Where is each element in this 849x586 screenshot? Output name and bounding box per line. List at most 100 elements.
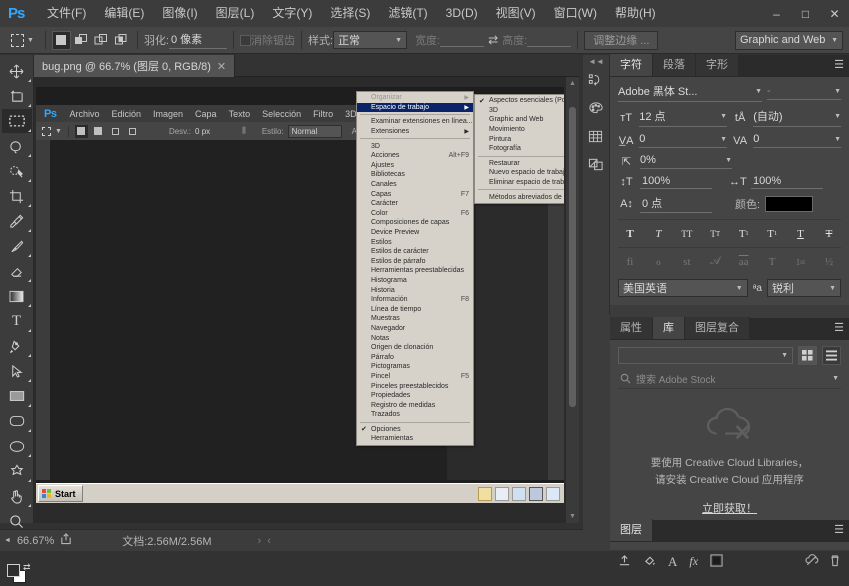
- menu-item-estilos[interactable]: Estilos: [357, 237, 473, 247]
- artboard-tool[interactable]: [2, 84, 32, 108]
- leading-input[interactable]: (自动) ▼: [753, 108, 841, 127]
- eraser-tool[interactable]: [2, 259, 32, 283]
- refine-edge-button[interactable]: 调整边缘 ...: [584, 30, 659, 50]
- rounded-rectangle-tool[interactable]: [2, 409, 32, 433]
- add-to-selection-button[interactable]: [71, 30, 91, 50]
- faux-italic-button[interactable]: T: [648, 225, 668, 242]
- fx-icon[interactable]: fx: [689, 554, 698, 569]
- foreground-color-swatch[interactable]: [6, 564, 20, 577]
- kerning-input[interactable]: 0 ▼: [639, 133, 727, 148]
- canvas-area[interactable]: Ps Archivo Edición Imagen Capa Texto Sel…: [34, 77, 579, 523]
- menu-help[interactable]: 帮助(H): [606, 0, 665, 27]
- menu-item-navegador[interactable]: Navegador: [357, 324, 473, 334]
- ordinals-button[interactable]: 1st: [791, 253, 811, 270]
- menu-item-herramientas-preestablecidas[interactable]: Herramientas preestablecidas: [357, 266, 473, 276]
- hand-tool[interactable]: [2, 484, 32, 508]
- menu-item-histograma[interactable]: Histograma: [357, 276, 473, 286]
- new-selection-button[interactable]: [51, 30, 71, 50]
- library-select[interactable]: ▼: [618, 347, 793, 364]
- tab-layers[interactable]: 图层: [610, 519, 653, 541]
- close-icon[interactable]: ✕: [217, 60, 226, 73]
- upload-icon[interactable]: [618, 554, 631, 570]
- workspace-item-aspectos-esenciales-por-defec[interactable]: ✔ Aspectos esenciales (Por defec: [475, 96, 564, 106]
- menu-item-p-rrafo[interactable]: Párrafo: [357, 352, 473, 362]
- standard-ligatures-button[interactable]: fi: [620, 253, 640, 270]
- menu-item-registro-de-medidas[interactable]: Registro de medidas: [357, 400, 473, 410]
- underline-button[interactable]: T: [791, 225, 811, 242]
- menu-view[interactable]: 视图(V): [487, 0, 545, 27]
- titling-alternates-button[interactable]: T: [762, 253, 782, 270]
- list-view-button[interactable]: [822, 346, 841, 365]
- color-swatches-icon[interactable]: [583, 94, 608, 122]
- tab-layer-comps[interactable]: 图层复合: [685, 317, 750, 339]
- menu-item-origen-de-clonaci-n[interactable]: Origen de clonación: [357, 343, 473, 353]
- workspace-select[interactable]: Graphic and Web ▼: [735, 30, 843, 50]
- close-button[interactable]: ✕: [820, 0, 849, 27]
- menu-item-composiciones-de-capas[interactable]: Composiciones de capas: [357, 218, 473, 228]
- subscript-button[interactable]: T1: [762, 225, 782, 242]
- menu-item-estilos-de-p-rrafo[interactable]: Estilos de párrafo: [357, 257, 473, 267]
- menu-item-trazados[interactable]: Trazados: [357, 410, 473, 420]
- tab-glyphs[interactable]: 字形: [696, 54, 739, 76]
- get-creative-cloud-link[interactable]: 立即获取！: [702, 501, 757, 518]
- zoom-level[interactable]: 66.67%: [17, 535, 54, 547]
- workspace-item-graphic-and-web[interactable]: Graphic and Web: [475, 115, 564, 125]
- height-input[interactable]: [527, 34, 572, 47]
- menu-window[interactable]: 窗口(W): [545, 0, 606, 27]
- menu-item-acciones[interactable]: Acciones Alt+F9: [357, 151, 473, 161]
- workspace-item-nuevo-espacio-de-trabajo[interactable]: Nuevo espacio de trabajo...: [475, 168, 564, 178]
- menu-item-ajustes[interactable]: Ajustes: [357, 161, 473, 171]
- menu-item-l-nea-de-tiempo[interactable]: Línea de tiempo: [357, 304, 473, 314]
- menu-layer[interactable]: 图层(L): [207, 0, 264, 27]
- menu-item-pictogramas[interactable]: Pictogramas: [357, 362, 473, 372]
- panel-menu-icon[interactable]: ☰: [834, 525, 844, 536]
- tab-character[interactable]: 字符: [610, 54, 653, 76]
- share-icon[interactable]: [60, 533, 72, 548]
- grid-icon[interactable]: [583, 122, 608, 150]
- vertical-scale-input[interactable]: 0% ▼: [640, 154, 732, 169]
- intersect-selection-button[interactable]: [111, 30, 131, 50]
- canvas-vertical-scrollbar[interactable]: ▲ ▼: [566, 77, 579, 523]
- menu-item-capas[interactable]: Capas F7: [357, 189, 473, 199]
- custom-shape-tool[interactable]: [2, 459, 32, 483]
- antialias-select[interactable]: 锐利 ▼: [767, 279, 841, 297]
- workspace-item-eliminar-espacio-de-trabajo[interactable]: Eliminar espacio de trabajo...: [475, 178, 564, 188]
- menu-item-muestras[interactable]: Muestras: [357, 314, 473, 324]
- menu-item-historia[interactable]: Historia: [357, 285, 473, 295]
- type-tool[interactable]: T: [2, 309, 32, 333]
- rectangular-marquee-tool[interactable]: [1, 109, 32, 133]
- scrollbar-thumb[interactable]: [569, 107, 576, 407]
- brush-tool[interactable]: [2, 234, 32, 258]
- menu-item-notas[interactable]: Notas: [357, 333, 473, 343]
- menu-item-examinar-extensiones-en-l-nea[interactable]: Examinar extensiones en línea...: [357, 117, 473, 127]
- contextual-alternates-button[interactable]: ℴ: [648, 253, 668, 270]
- lasso-tool[interactable]: [2, 134, 32, 158]
- tracking-input[interactable]: 0 ▼: [753, 133, 841, 148]
- menu-item-car-cter[interactable]: Carácter: [357, 199, 473, 209]
- antialias-checkbox[interactable]: [240, 34, 251, 46]
- history-icon[interactable]: [583, 66, 608, 94]
- all-caps-button[interactable]: TT: [677, 225, 697, 242]
- menu-type[interactable]: 文字(Y): [263, 0, 321, 27]
- tab-libraries[interactable]: 库: [653, 317, 685, 339]
- feather-input[interactable]: 0 像素: [169, 31, 227, 49]
- trash-icon[interactable]: [829, 554, 841, 570]
- text-icon[interactable]: A: [668, 554, 677, 570]
- width-input[interactable]: [440, 34, 485, 47]
- superscript-button[interactable]: T1: [734, 225, 754, 242]
- workspace-item-movimiento[interactable]: Movimiento: [475, 125, 564, 135]
- style-select[interactable]: 正常 ▼: [333, 31, 408, 49]
- menu-edit[interactable]: 编辑(E): [95, 0, 153, 27]
- workspace-item-pintura[interactable]: Pintura: [475, 134, 564, 144]
- tab-properties[interactable]: 属性: [610, 317, 653, 339]
- adjustments-icon[interactable]: [583, 150, 608, 178]
- collapse-panels-icon[interactable]: ◄◄: [583, 55, 609, 66]
- baseline-shift-input[interactable]: 0 点: [640, 195, 712, 213]
- menu-3d[interactable]: 3D(D): [437, 0, 487, 27]
- menu-item-opciones[interactable]: ✔ Opciones: [357, 425, 473, 435]
- tab-paragraph[interactable]: 段落: [653, 54, 696, 76]
- language-select[interactable]: 美国英语 ▼: [618, 279, 748, 297]
- scroll-down-icon[interactable]: ▼: [566, 510, 579, 523]
- color-swatches[interactable]: ⇄: [4, 562, 31, 586]
- menu-item-canales[interactable]: Canales: [357, 180, 473, 190]
